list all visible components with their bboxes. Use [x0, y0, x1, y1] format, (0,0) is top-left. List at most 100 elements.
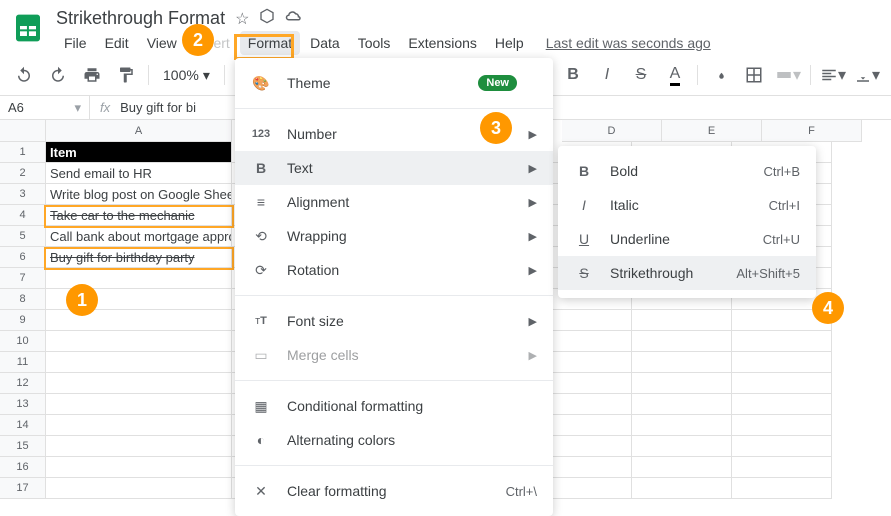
chevron-right-icon: ▶ [529, 162, 537, 175]
strikethrough-icon: S [574, 263, 594, 283]
row-header-11[interactable]: 11 [0, 352, 46, 373]
row-header-12[interactable]: 12 [0, 373, 46, 394]
column-header-e[interactable]: E [662, 120, 762, 142]
chevron-down-icon: ▾ [74, 100, 81, 116]
row-header-14[interactable]: 14 [0, 415, 46, 436]
cell-a15[interactable] [46, 436, 232, 457]
text-color-button[interactable]: A [661, 61, 689, 89]
cell[interactable] [632, 373, 732, 394]
cell-a3[interactable]: Write blog post on Google Sheets [46, 184, 232, 205]
cell[interactable] [632, 436, 732, 457]
cell[interactable] [732, 331, 832, 352]
cell[interactable] [732, 478, 832, 499]
italic-button[interactable]: I [593, 61, 621, 89]
row-header-5[interactable]: 5 [0, 226, 46, 247]
row-header-9[interactable]: 9 [0, 310, 46, 331]
cell[interactable] [632, 310, 732, 331]
menu-theme[interactable]: 🎨 Theme New [235, 66, 553, 100]
print-button[interactable] [78, 61, 106, 89]
last-edit-link[interactable]: Last edit was seconds ago [546, 35, 711, 51]
cell[interactable] [632, 394, 732, 415]
menu-file[interactable]: File [56, 31, 95, 55]
conditional-icon: ▦ [251, 396, 271, 416]
cloud-icon[interactable] [285, 9, 303, 28]
row-header-2[interactable]: 2 [0, 163, 46, 184]
row-header-15[interactable]: 15 [0, 436, 46, 457]
menu-conditional-formatting[interactable]: ▦ Conditional formatting [235, 389, 553, 423]
column-header-d[interactable]: D [562, 120, 662, 142]
formula-input[interactable]: Buy gift for bi [120, 100, 196, 115]
cell[interactable] [732, 415, 832, 436]
cell[interactable] [732, 373, 832, 394]
submenu-strikethrough[interactable]: S Strikethrough Alt+Shift+5 [558, 256, 816, 290]
cell-a17[interactable] [46, 478, 232, 499]
menu-alternating-colors[interactable]: ◐ Alternating colors [235, 423, 553, 457]
row-header-16[interactable]: 16 [0, 457, 46, 478]
vertical-align-button[interactable]: ▾ [853, 61, 881, 89]
submenu-underline[interactable]: U Underline Ctrl+U [558, 222, 816, 256]
bold-button[interactable]: B [559, 61, 587, 89]
cell[interactable] [632, 352, 732, 373]
cell-a2[interactable]: Send email to HR [46, 163, 232, 184]
row-header-8[interactable]: 8 [0, 289, 46, 310]
menu-rotation[interactable]: ⟳ Rotation ▶ [235, 253, 553, 287]
row-header-1[interactable]: 1 [0, 142, 46, 163]
cell[interactable] [632, 478, 732, 499]
menu-tools[interactable]: Tools [350, 31, 399, 55]
cell[interactable] [732, 436, 832, 457]
cell-a6[interactable]: Buy gift for birthday party [46, 247, 232, 268]
row-header-3[interactable]: 3 [0, 184, 46, 205]
merge-button[interactable]: ▾ [774, 61, 802, 89]
redo-button[interactable] [44, 61, 72, 89]
callout-2: 2 [182, 24, 214, 56]
cell-a1[interactable]: Item [46, 142, 232, 163]
menu-text[interactable]: B Text ▶ [235, 151, 553, 185]
star-icon[interactable]: ☆ [235, 9, 249, 29]
undo-button[interactable] [10, 61, 38, 89]
menu-alignment[interactable]: ≡ Alignment ▶ [235, 185, 553, 219]
paint-format-button[interactable] [112, 61, 140, 89]
menu-edit[interactable]: Edit [97, 31, 137, 55]
row-header-4[interactable]: 4 [0, 205, 46, 226]
menu-extensions[interactable]: Extensions [400, 31, 484, 55]
menu-help[interactable]: Help [487, 31, 532, 55]
zoom-select[interactable]: 100% ▾ [157, 67, 216, 84]
cell[interactable] [732, 457, 832, 478]
cell-a16[interactable] [46, 457, 232, 478]
strikethrough-button[interactable]: S [627, 61, 655, 89]
menu-format[interactable]: Format [240, 31, 300, 55]
fill-color-button[interactable] [706, 61, 734, 89]
row-header-6[interactable]: 6 [0, 247, 46, 268]
menu-data[interactable]: Data [302, 31, 348, 55]
column-header-a[interactable]: A [46, 120, 232, 142]
cell-a12[interactable] [46, 373, 232, 394]
row-header-10[interactable]: 10 [0, 331, 46, 352]
submenu-bold[interactable]: B Bold Ctrl+B [558, 154, 816, 188]
cell-a4[interactable]: Take car to the mechanic [46, 205, 232, 226]
submenu-italic[interactable]: I Italic Ctrl+I [558, 188, 816, 222]
cell-a13[interactable] [46, 394, 232, 415]
menu-wrapping[interactable]: ⟲ Wrapping ▶ [235, 219, 553, 253]
cell-a14[interactable] [46, 415, 232, 436]
sheets-logo[interactable] [8, 8, 48, 48]
cell[interactable] [732, 394, 832, 415]
move-icon[interactable] [259, 8, 275, 29]
menu-view[interactable]: View [139, 31, 185, 55]
cell[interactable] [632, 457, 732, 478]
select-all-corner[interactable] [0, 120, 46, 142]
cell[interactable] [632, 331, 732, 352]
cell[interactable] [732, 352, 832, 373]
cell-a10[interactable] [46, 331, 232, 352]
cell[interactable] [632, 415, 732, 436]
menu-font-size[interactable]: тT Font size ▶ [235, 304, 553, 338]
horizontal-align-button[interactable]: ▾ [819, 61, 847, 89]
cell-reference-input[interactable]: A6▾ [0, 96, 90, 119]
cell-a11[interactable] [46, 352, 232, 373]
borders-button[interactable] [740, 61, 768, 89]
row-header-7[interactable]: 7 [0, 268, 46, 289]
row-header-17[interactable]: 17 [0, 478, 46, 499]
menu-merge-cells[interactable]: ▭ Merge cells ▶ [235, 338, 553, 372]
cell-a5[interactable]: Call bank about mortgage approval [46, 226, 232, 247]
column-header-f[interactable]: F [762, 120, 862, 142]
row-header-13[interactable]: 13 [0, 394, 46, 415]
